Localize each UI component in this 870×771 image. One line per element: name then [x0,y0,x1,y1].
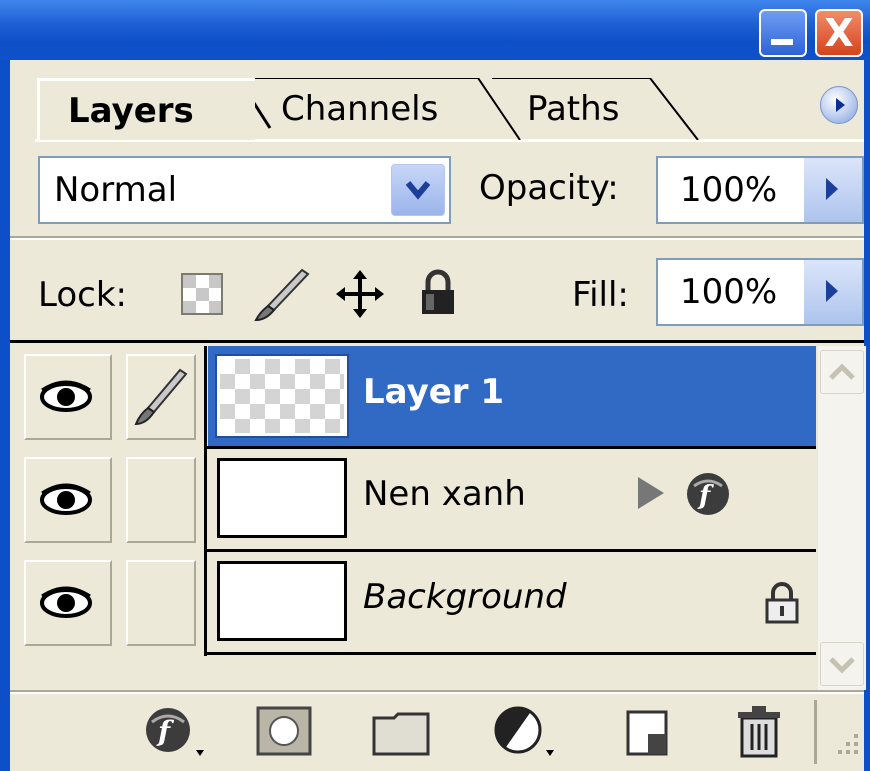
visibility-toggle[interactable] [24,457,112,543]
new-layer-icon[interactable] [624,704,672,760]
blend-mode-value: Normal [54,170,178,210]
resize-grip-icon[interactable] [832,728,862,764]
brush-icon [134,368,188,426]
layer-link-toggle[interactable] [126,354,196,440]
visibility-toggle[interactable] [24,354,112,440]
lock-transparency-icon[interactable] [180,272,224,316]
chevron-up-icon [829,363,855,380]
blend-mode-select[interactable]: Normal [38,156,451,224]
tab-layers[interactable]: Layers [37,78,255,140]
fill-label: Fill: [572,275,629,315]
tab-channels[interactable]: Channels [247,78,497,140]
layer-link-toggle[interactable] [126,560,196,646]
scroll-up-button[interactable] [820,350,864,394]
scroll-down-button[interactable] [820,642,864,686]
layer-name[interactable]: Layer 1 [363,372,504,412]
delete-layer-icon[interactable] [734,704,784,760]
row-divider [206,652,816,655]
layer-thumbnail[interactable] [215,354,349,438]
layer-link-toggle[interactable] [126,457,196,543]
toolbar-divider-highlight [10,692,864,694]
opacity-label: Opacity: [479,168,619,208]
opacity-field[interactable]: 100% [656,156,864,224]
window-border-left [0,60,10,771]
expand-effects-icon[interactable] [636,475,666,511]
close-icon[interactable]: X [815,9,863,57]
opacity-slider-arrow-icon[interactable] [804,158,862,222]
divider-highlight [10,238,864,240]
lock-position-icon[interactable] [336,270,384,318]
opacity-value: 100% [680,170,778,210]
tab-paths-label: Paths [527,89,620,129]
lock-all-icon[interactable] [416,268,460,318]
layer-effects-icon[interactable]: f [684,470,732,518]
eye-icon [40,380,92,412]
tab-paths[interactable]: Paths [487,78,717,140]
tab-layers-label: Layers [68,90,194,131]
toolbar-separator [814,700,817,764]
list-top-border [10,340,864,343]
eye-icon [40,586,92,618]
layer-lock-icon [765,582,799,624]
eye-icon [40,483,92,515]
lock-label: Lock: [38,275,127,315]
panel-menu-icon[interactable] [820,86,858,124]
layer-name[interactable]: Background [363,577,567,617]
chevron-down-icon[interactable] [391,164,445,216]
layer-style-icon[interactable]: f [140,704,210,760]
fill-field[interactable]: 100% [656,258,864,326]
fill-value: 100% [680,272,778,312]
chevron-down-icon [829,657,855,674]
layer-thumbnail[interactable] [217,561,347,641]
layer-mask-icon[interactable] [254,704,314,760]
fill-slider-arrow-icon[interactable] [804,260,862,324]
close-glyph: X [824,11,854,55]
visibility-toggle[interactable] [24,560,112,646]
adjustment-layer-icon[interactable] [490,704,560,760]
scrollbar[interactable] [818,346,866,690]
tab-channels-label: Channels [281,89,439,129]
minimize-icon[interactable] [759,9,807,57]
new-group-icon[interactable] [370,704,434,760]
layer-thumbnail[interactable] [217,458,347,538]
layer-name[interactable]: Nen xanh [363,474,526,514]
lock-image-icon[interactable] [252,266,314,322]
title-bar[interactable] [0,0,870,60]
